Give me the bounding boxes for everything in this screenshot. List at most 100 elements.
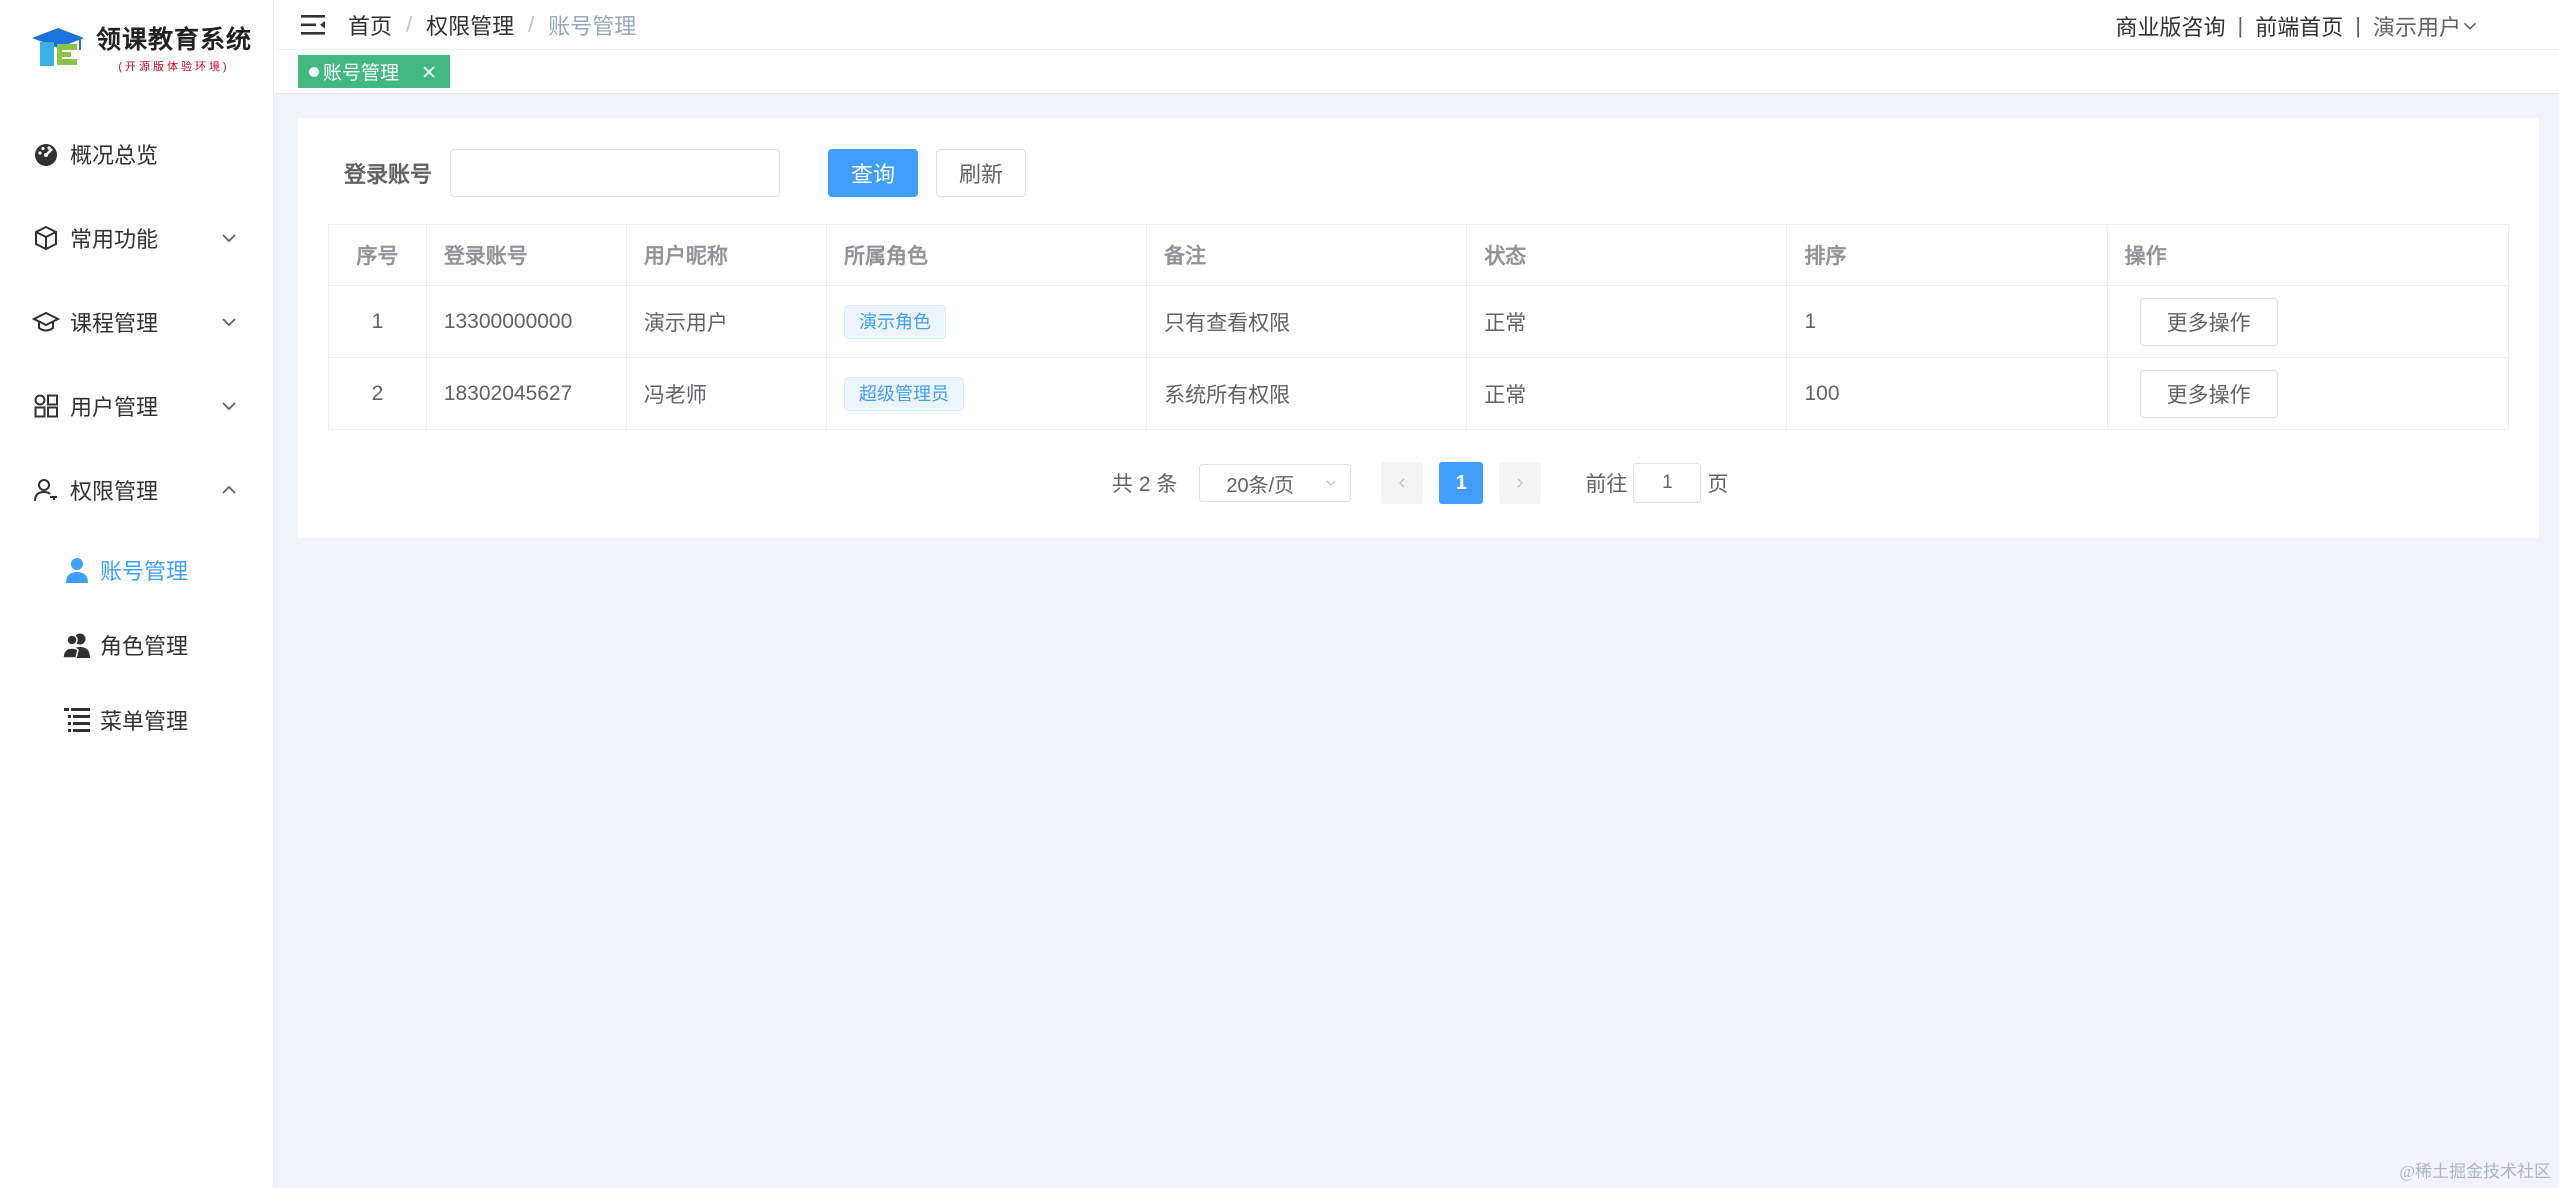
- cell-role: 超级管理员: [825, 357, 1148, 430]
- table-row: 1 13300000000 演示用户 演示角色 只有查看权限 正常 1 更多操作: [328, 285, 2510, 358]
- column-header: 登录账号: [425, 224, 627, 286]
- tags-view: 账号管理: [274, 50, 2559, 93]
- sidebar-subitem-account[interactable]: 账号管理: [0, 532, 273, 607]
- chevron-up-icon: [222, 485, 236, 494]
- chevron-left-icon: [1399, 478, 1405, 488]
- sidebar-item-permissions[interactable]: 权限管理: [0, 448, 273, 532]
- sidebar-subitem-role[interactable]: 角色管理: [0, 607, 273, 682]
- header: 首页 / 权限管理 / 账号管理 商业版咨询 | 前端首页 | 演示用户 账号管…: [274, 0, 2559, 94]
- frontend-home-link[interactable]: 前端首页: [2255, 10, 2343, 42]
- cell-sort: 100: [1786, 357, 2108, 430]
- column-header: 备注: [1146, 224, 1468, 286]
- pagination-total: 共 2 条: [1112, 473, 1178, 496]
- cell-sort: 1: [1786, 285, 2108, 358]
- goto-label: 前往: [1585, 473, 1628, 496]
- chevron-down-icon: [1326, 480, 1337, 487]
- close-icon[interactable]: [421, 64, 437, 80]
- table-row: 2 18302045627 冯老师 超级管理员 系统所有权限 正常 100 更多…: [328, 357, 2510, 430]
- watermark: @稀土掘金技术社区: [2399, 1162, 2551, 1181]
- breadcrumb: 首页 / 权限管理 / 账号管理: [348, 9, 636, 41]
- sidebar-subitem-label: 菜单管理: [100, 708, 189, 734]
- cell-action: 更多操作: [2106, 285, 2510, 358]
- link-separator: |: [2237, 13, 2244, 38]
- account-table: 序号 登录账号 用户昵称 所属角色 备注 状态 排序 操作 1 13300000…: [328, 224, 2510, 430]
- goto-suffix: 页: [1707, 473, 1729, 496]
- search-input[interactable]: [450, 149, 781, 197]
- next-page-button[interactable]: [1499, 462, 1542, 504]
- table-header-row: 序号 登录账号 用户昵称 所属角色 备注 状态 排序 操作: [328, 224, 2510, 286]
- chevron-down-icon: [222, 402, 236, 411]
- menu-fold-icon[interactable]: [300, 11, 328, 39]
- refresh-button[interactable]: 刷新: [936, 149, 1027, 197]
- sidebar-item-label: 课程管理: [70, 311, 159, 336]
- cell-nickname: 冯老师: [625, 357, 828, 430]
- chevron-down-icon: [222, 318, 236, 327]
- column-header: 排序: [1786, 224, 2108, 286]
- breadcrumb-separator: /: [528, 11, 535, 37]
- user-icon: [62, 555, 92, 585]
- user-key-icon: [32, 476, 60, 504]
- role-tag: 超级管理员: [844, 376, 964, 411]
- chevron-right-icon: [1517, 478, 1524, 488]
- sidebar-item-overview[interactable]: 概况总览: [0, 112, 273, 196]
- sidebar-item-course[interactable]: 课程管理: [0, 280, 273, 364]
- logo-icon: [30, 24, 88, 70]
- user-name: 演示用户: [2372, 15, 2461, 40]
- cube-icon: [32, 224, 60, 252]
- query-button[interactable]: 查询: [828, 149, 919, 197]
- chevron-down-icon: [222, 234, 236, 243]
- column-header: 序号: [328, 224, 427, 286]
- sidebar-item-label: 用户管理: [70, 395, 159, 420]
- search-form: 登录账号 查询 刷新: [344, 148, 1027, 198]
- tag-account-management[interactable]: 账号管理: [298, 55, 451, 88]
- cell-status: 正常: [1466, 357, 1788, 430]
- users-icon: [62, 630, 92, 660]
- chevron-down-icon: [2464, 22, 2476, 30]
- breadcrumb-home[interactable]: 首页: [348, 9, 392, 41]
- pagination: 共 2 条 20条/页 1 前往 页: [1112, 462, 1729, 504]
- link-separator: |: [2355, 13, 2361, 38]
- breadcrumb-separator: /: [406, 11, 413, 37]
- tag-label: 账号管理: [323, 63, 400, 84]
- more-actions-button[interactable]: 更多操作: [2139, 369, 2278, 418]
- cell-remark: 只有查看权限: [1146, 285, 1468, 358]
- cell-nickname: 演示用户: [625, 285, 828, 358]
- page-number-active[interactable]: 1: [1439, 462, 1484, 504]
- dashboard-icon: [32, 140, 60, 168]
- header-links: 商业版咨询 | 前端首页 | 演示用户: [2116, 10, 2479, 42]
- prev-page-button[interactable]: [1381, 462, 1424, 504]
- sidebar-item-label: 权限管理: [70, 479, 159, 504]
- apps-icon: [32, 392, 60, 420]
- sidebar-item-common[interactable]: 常用功能: [0, 196, 273, 280]
- role-tag: 演示角色: [844, 304, 946, 339]
- tag-dot: [309, 66, 319, 77]
- user-dropdown[interactable]: 演示用户: [2373, 10, 2479, 42]
- commercial-consult-link[interactable]: 商业版咨询: [2116, 10, 2226, 42]
- sidebar-subitem-label: 账号管理: [100, 558, 189, 584]
- page-size-value: 20条/页: [1226, 474, 1295, 497]
- search-label: 登录账号: [344, 162, 433, 187]
- page-size-select[interactable]: 20条/页: [1199, 464, 1352, 502]
- graduation-cap-icon: [32, 308, 60, 336]
- sidebar: 领课教育系统 (开源版体验环境) 概况总览 常用功能 课程管理 用户管理 权限管…: [0, 0, 274, 1188]
- sidebar-item-users[interactable]: 用户管理: [0, 364, 273, 448]
- column-header: 操作: [2106, 224, 2510, 286]
- list-icon: [62, 705, 92, 735]
- cell-account: 18302045627: [425, 357, 627, 430]
- main-card: 登录账号 查询 刷新 序号 登录账号 用户昵称 所属角色 备注 状态 排序 操作…: [298, 118, 2539, 538]
- logo[interactable]: 领课教育系统 (开源版体验环境): [0, 0, 273, 94]
- sidebar-item-label: 常用功能: [70, 227, 159, 252]
- sidebar-subitem-label: 角色管理: [100, 633, 189, 659]
- sidebar-subitem-menu[interactable]: 菜单管理: [0, 682, 273, 757]
- breadcrumb-permissions[interactable]: 权限管理: [426, 9, 514, 41]
- logo-title: 领课教育系统: [96, 26, 253, 54]
- more-actions-button[interactable]: 更多操作: [2139, 297, 2278, 346]
- column-header: 用户昵称: [625, 224, 828, 286]
- goto-page-input[interactable]: [1633, 463, 1702, 503]
- topbar: 首页 / 权限管理 / 账号管理 商业版咨询 | 前端首页 | 演示用户: [274, 0, 2559, 50]
- cell-account: 13300000000: [425, 285, 627, 358]
- cell-status: 正常: [1466, 285, 1788, 358]
- cell-action: 更多操作: [2106, 357, 2510, 430]
- sidebar-item-label: 概况总览: [70, 143, 159, 168]
- column-header: 状态: [1466, 224, 1788, 286]
